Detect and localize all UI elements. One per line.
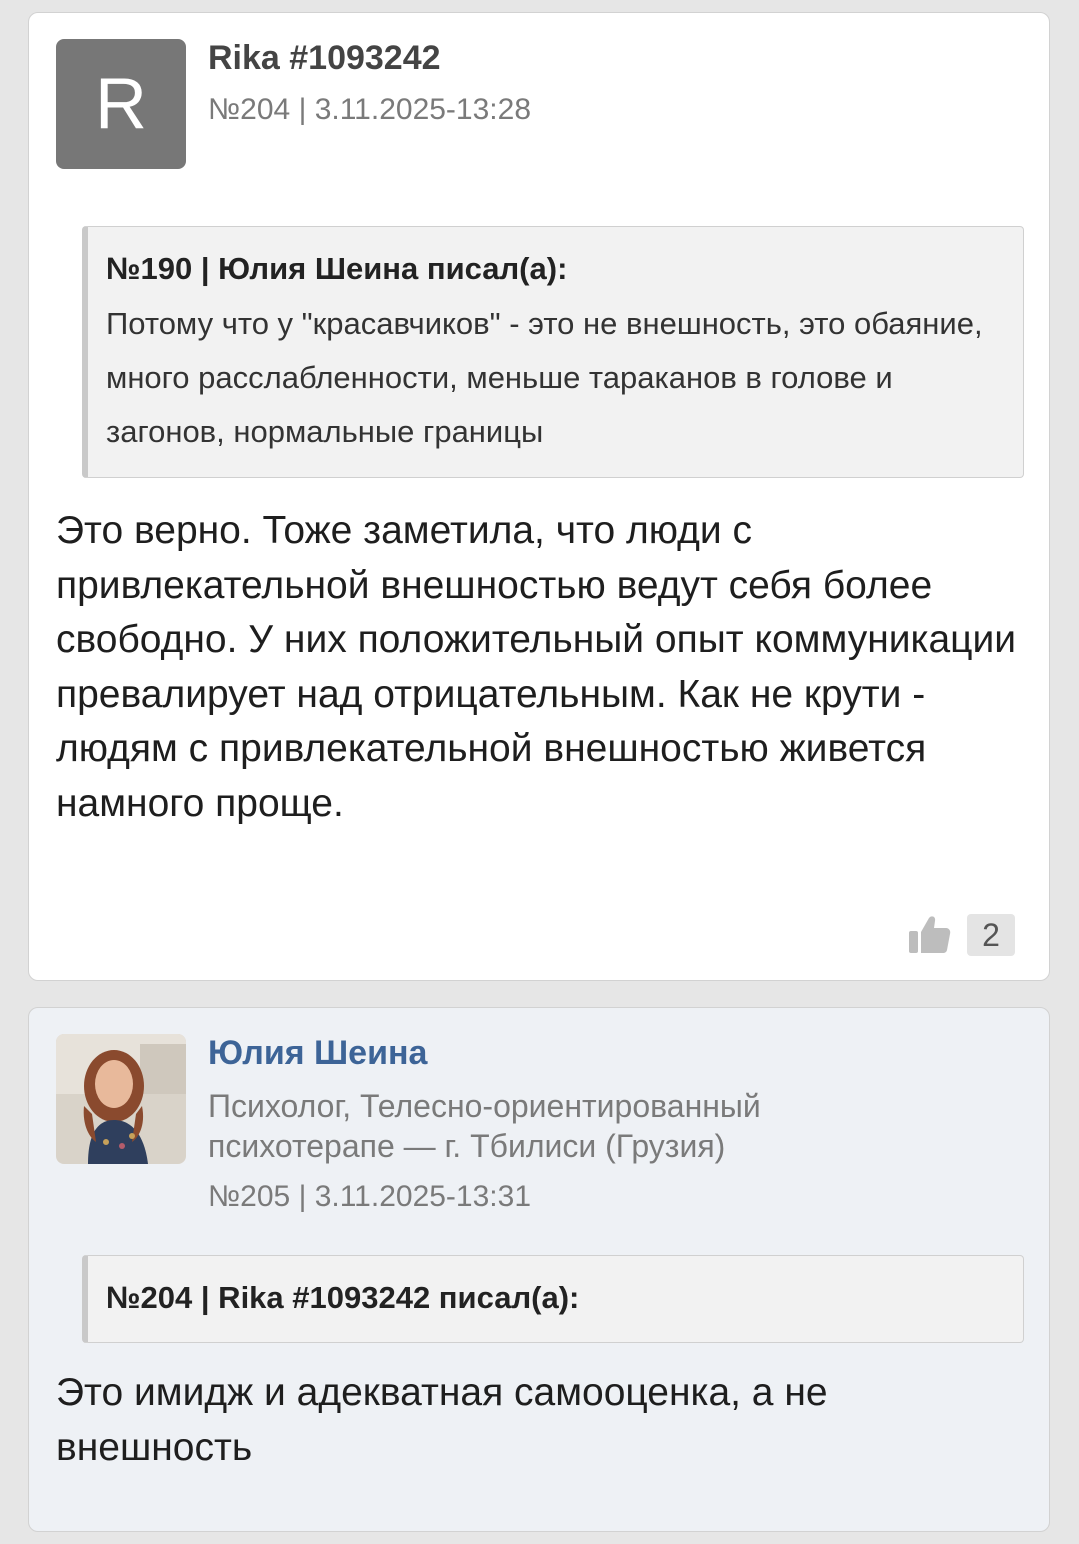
quote-header: №204 | Rika #1093242 писал(а): [106,1280,580,1315]
comment-card: R Rika #1093242 №204 | 3.11.2025-13:28 №… [28,12,1050,981]
like-area: 2 [907,913,1015,957]
author-profession: Психолог, Телесно-ориентированный психот… [208,1088,761,1164]
comment-meta: №204 | 3.11.2025-13:28 [208,93,531,126]
comment-feed: R Rika #1093242 №204 | 3.11.2025-13:28 №… [0,0,1079,1544]
comment-text: Это верно. Тоже заметила, что люди с при… [56,509,1017,825]
comment-card: Юлия Шеина Психолог, Телесно-ориентирова… [28,1007,1050,1532]
author-name[interactable]: Юлия Шеина [208,1034,427,1073]
author-name[interactable]: Rika #1093242 [208,39,441,78]
quote-block: №190 | Юлия Шеина писал(а): Потому что у… [82,226,1024,478]
comment-text: Это имидж и адекватная самооценка, а не … [56,1371,828,1469]
thumbs-up-icon[interactable] [907,913,951,957]
avatar[interactable] [56,1034,186,1164]
quote-header: №190 | Юлия Шеина писал(а): [106,251,568,286]
avatar[interactable]: R [56,39,186,169]
user-photo [56,1034,186,1164]
quote-block: №204 | Rika #1093242 писал(а): [82,1255,1024,1343]
quote-text: Потому что у "красавчиков" - это не внеш… [106,306,983,449]
like-count: 2 [967,914,1015,956]
comment-meta: №205 | 3.11.2025-13:31 [208,1180,531,1213]
